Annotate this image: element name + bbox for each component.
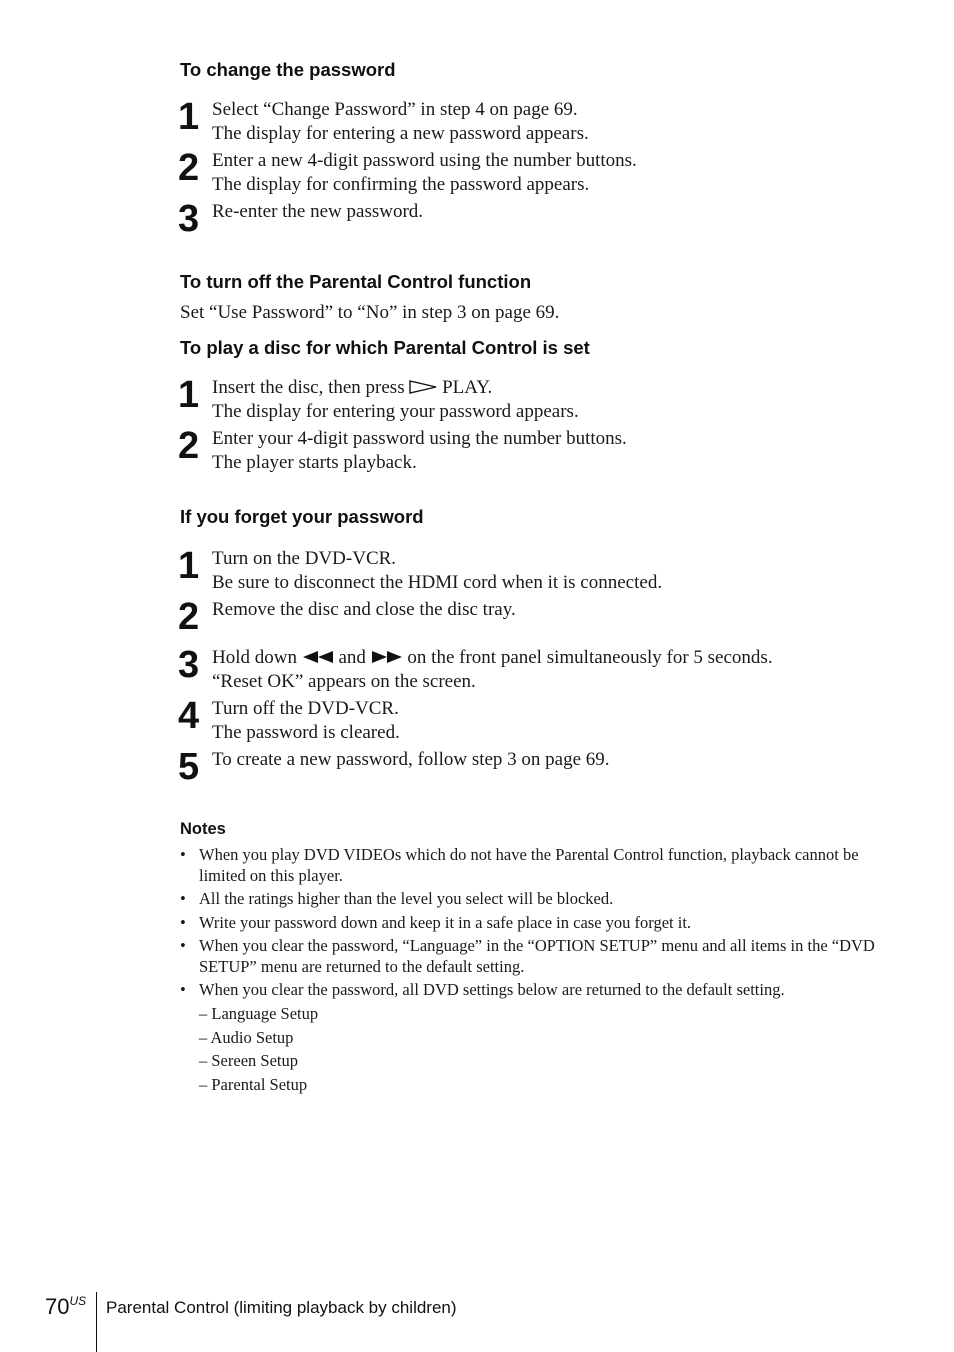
step-text: Select “Change Password” in step 4 on pa… [212,98,589,146]
note-text: Write your password down and keep it in … [199,913,692,932]
step-line: “Reset OK” appears on the screen. [212,671,476,692]
step-number: 4 [178,695,200,737]
step-text-post: on the front panel simultaneously for 5 … [402,647,773,668]
note-sub-item: – Language Setup [199,1004,319,1023]
note-text: All the ratings higher than the level yo… [199,889,614,908]
step-text: To create a new password, follow step 3 … [212,748,610,772]
step-text: Remove the disc and close the disc tray. [212,598,516,622]
step-number: 3 [178,644,200,686]
bullet-icon: • [180,980,186,999]
note-text: When you play DVD VIDEOs which do not ha… [199,845,859,885]
heading-change-password: To change the password [180,59,396,80]
step-number: 2 [178,147,200,189]
step-line: The display for entering a new password … [212,123,589,144]
page-number-value: 70 [45,1294,70,1319]
step-number: 2 [178,425,200,467]
heading-turn-off: To turn off the Parental Control functio… [180,271,532,292]
step-number: 1 [178,374,200,416]
step-text: Re-enter the new password. [212,200,423,224]
footer-section-title: Parental Control (limiting playback by c… [106,1298,457,1317]
step-text: Turn on the DVD-VCR. Be sure to disconne… [212,547,662,595]
page-number: 70US [45,1294,86,1320]
step-line: The display for entering your password a… [212,401,579,422]
fast-forward-icon [371,646,403,670]
step-line: The player starts playback. [212,452,417,473]
step-number: 5 [178,746,200,788]
step-line: Enter your 4-digit password using the nu… [212,428,627,449]
page-number-suffix: US [69,1294,87,1308]
step-line: Remove the disc and close the disc tray. [212,599,516,620]
step-number: 1 [178,545,200,587]
heading-play-disc: To play a disc for which Parental Contro… [180,337,590,358]
bullet-icon: • [180,845,186,864]
step-line: The password is cleared. [212,722,400,743]
step-line: Insert the disc, then press PLAY. [212,376,579,400]
step-line: Enter a new 4-digit password using the n… [212,150,637,171]
step-line: Hold down and on the front panel simulta… [212,646,773,670]
step-line: The display for confirming the password … [212,174,590,195]
note-sub-item: – Sereen Setup [199,1051,298,1070]
step-line: Be sure to disconnect the HDMI cord when… [212,572,663,593]
turn-off-text: Set “Use Password” to “No” in step 3 on … [180,302,560,323]
bullet-icon: • [180,889,186,908]
note-sub-item: – Parental Setup [199,1075,308,1094]
notes-heading: Notes [180,820,226,838]
step-text-mid: and [333,647,371,668]
step-number: 1 [178,96,200,138]
step-line: Select “Change Password” in step 4 on pa… [212,99,578,120]
rewind-icon [302,646,334,670]
step-number: 3 [178,198,200,240]
note-sub-item: – Audio Setup [199,1028,294,1047]
step-text-pre: Insert the disc, then press [212,377,410,398]
footer-divider [96,1292,97,1352]
bullet-icon: • [180,913,186,932]
note-text: When you clear the password, “Language” … [199,936,875,976]
note-text: When you clear the password, all DVD set… [199,980,785,999]
bullet-icon: • [180,936,186,955]
heading-forget-password: If you forget your password [180,506,424,527]
step-text: Insert the disc, then press PLAY. The di… [212,376,579,424]
step-line: Re-enter the new password. [212,201,424,222]
step-text: Enter your 4-digit password using the nu… [212,427,627,475]
step-text: Turn off the DVD-VCR. The password is cl… [212,697,400,745]
step-text-post: PLAY. [437,377,493,398]
play-icon [409,376,437,400]
step-text: Enter a new 4-digit password using the n… [212,149,637,197]
step-line: To create a new password, follow step 3 … [212,749,610,770]
step-text: Hold down and on the front panel simulta… [212,646,773,694]
step-line: Turn on the DVD-VCR. [212,548,397,569]
step-line: Turn off the DVD-VCR. [212,698,399,719]
step-text-pre: Hold down [212,647,302,668]
step-number: 2 [178,596,200,638]
